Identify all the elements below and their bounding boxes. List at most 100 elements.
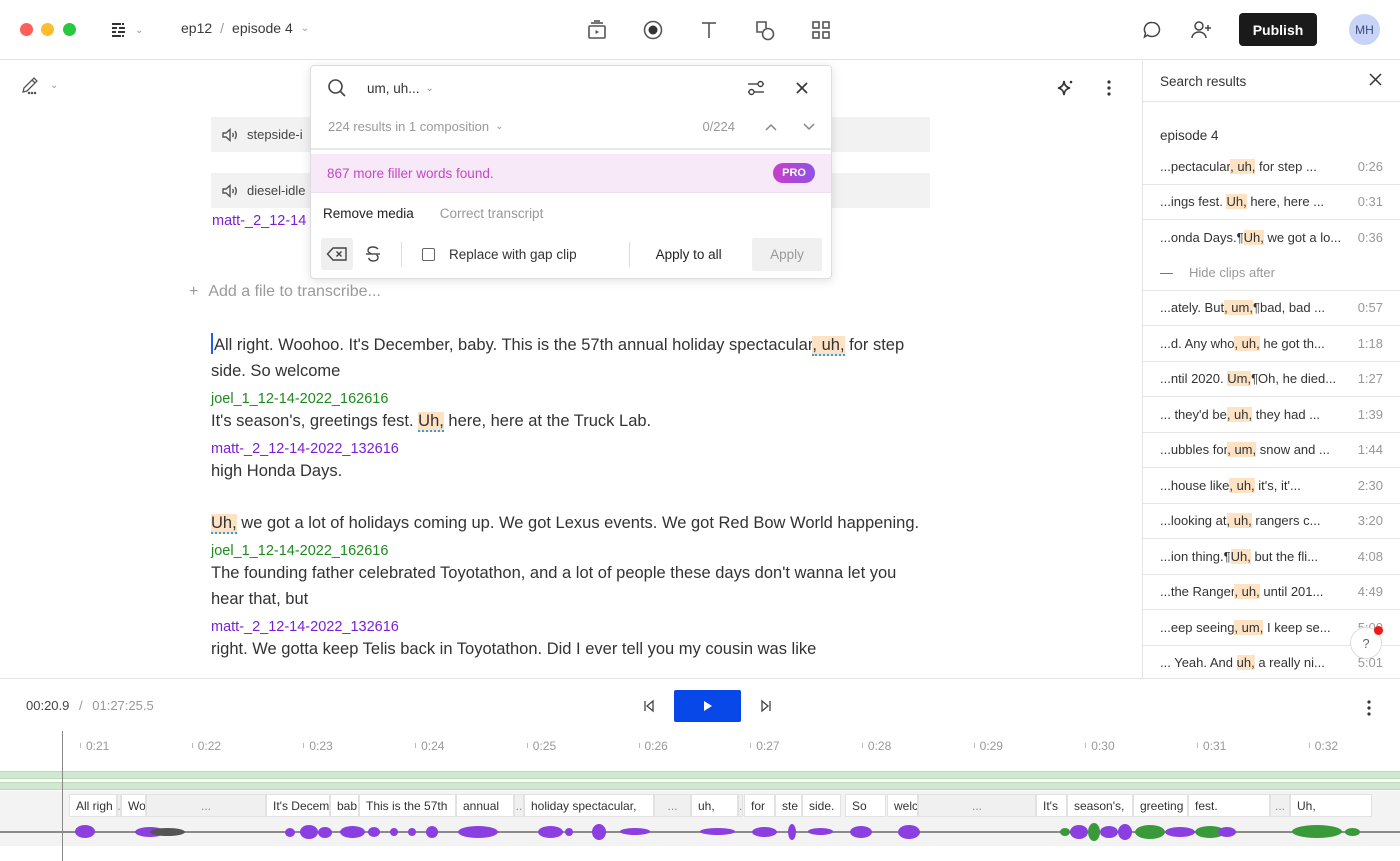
more-options-icon[interactable] bbox=[1096, 75, 1122, 101]
word-clip[interactable]: Wo bbox=[121, 794, 146, 817]
word-clip[interactable]: fest. bbox=[1188, 794, 1270, 817]
transcript-paragraph[interactable]: high Honda Days. bbox=[211, 458, 931, 484]
filter-settings-icon[interactable] bbox=[743, 75, 769, 101]
add-file-button[interactable]: + Add a file to transcribe... bbox=[189, 283, 381, 301]
word-clip[interactable]: welc bbox=[887, 794, 918, 817]
word-clip[interactable]: annual bbox=[456, 794, 514, 817]
word-clip[interactable]: It's bbox=[1036, 794, 1067, 817]
gap-clip[interactable]: ... bbox=[654, 794, 691, 817]
chevron-down-icon[interactable]: ⌄ bbox=[301, 23, 309, 34]
waveform-track[interactable] bbox=[0, 819, 1400, 846]
breadcrumb-project[interactable]: ep12 bbox=[181, 20, 212, 36]
search-result-item[interactable]: ...ately. But, um,¶bad, bad ... 0:57 bbox=[1143, 291, 1400, 326]
grid-icon[interactable] bbox=[808, 17, 834, 43]
gap-clip[interactable]: ... bbox=[918, 794, 1036, 817]
app-menu-button[interactable]: ⌄ bbox=[111, 18, 143, 42]
word-clip[interactable]: Uh, bbox=[1290, 794, 1372, 817]
apply-button[interactable]: Apply bbox=[752, 237, 822, 271]
music-track[interactable] bbox=[0, 782, 1400, 790]
search-result-item[interactable]: ...pectacular, uh, for step ... 0:26 bbox=[1143, 149, 1400, 185]
speaker-label[interactable]: matt-_2_12-14-2022_132616 bbox=[211, 618, 931, 636]
tab-remove-media[interactable]: Remove media bbox=[323, 206, 414, 221]
speaker-label[interactable]: matt-_2_12-14 bbox=[212, 212, 306, 230]
search-result-item[interactable]: ...looking at, uh, rangers c... 3:20 bbox=[1143, 504, 1400, 539]
play-button[interactable] bbox=[674, 690, 741, 722]
word-clip[interactable]: side. bbox=[802, 794, 841, 817]
chevron-down-icon[interactable]: ⌄ bbox=[495, 121, 503, 132]
more-options-icon[interactable] bbox=[1356, 695, 1382, 721]
strikethrough-icon[interactable] bbox=[357, 238, 389, 270]
add-user-icon[interactable] bbox=[1189, 17, 1215, 43]
skip-forward-icon[interactable] bbox=[753, 693, 779, 719]
search-result-item[interactable]: ...house like, uh, it's, it'... 2:30 bbox=[1143, 468, 1400, 504]
gap-clip[interactable]: .. bbox=[514, 794, 524, 817]
breadcrumb-composition[interactable]: episode 4 bbox=[232, 20, 293, 36]
search-result-item[interactable]: ...ubbles for, um, snow and ... 1:44 bbox=[1143, 433, 1400, 468]
hide-clips-after-toggle[interactable]: — Hide clips after bbox=[1143, 256, 1400, 291]
filler-word-highlight[interactable]: Uh, bbox=[211, 514, 237, 534]
search-result-item[interactable]: ...the Ranger, uh, until 201... 4:49 bbox=[1143, 575, 1400, 610]
transcript-paragraph[interactable]: The founding father celebrated Toyotatho… bbox=[211, 560, 931, 612]
word-clip[interactable]: ste bbox=[775, 794, 802, 817]
gap-clip[interactable]: ... bbox=[1270, 794, 1290, 817]
speaker-label[interactable]: joel_1_12-14-2022_162616 bbox=[211, 542, 931, 560]
music-track[interactable] bbox=[0, 771, 1400, 779]
filler-word-highlight[interactable]: Uh, bbox=[418, 412, 444, 432]
delete-backspace-icon[interactable] bbox=[321, 238, 353, 270]
search-result-item[interactable]: ...ings fest. Uh, here, here ... 0:31 bbox=[1143, 185, 1400, 220]
word-clip[interactable]: for bbox=[744, 794, 775, 817]
gap-clip[interactable]: . bbox=[738, 794, 743, 817]
word-clip[interactable]: season's, bbox=[1067, 794, 1133, 817]
window-maximize-button[interactable] bbox=[63, 23, 76, 36]
speaker-label[interactable]: matt-_2_12-14-2022_132616 bbox=[211, 440, 931, 458]
record-icon[interactable] bbox=[640, 17, 666, 43]
word-clip[interactable]: holiday spectacular, bbox=[524, 794, 654, 817]
help-button[interactable]: ? bbox=[1350, 626, 1383, 659]
apply-to-all-button[interactable]: Apply to all bbox=[640, 247, 738, 262]
close-icon[interactable] bbox=[1369, 73, 1382, 89]
shapes-icon[interactable] bbox=[752, 17, 778, 43]
avatar[interactable]: MH bbox=[1349, 14, 1380, 45]
edit-mode-button[interactable]: ⌄ bbox=[20, 75, 58, 95]
close-icon[interactable] bbox=[789, 75, 815, 101]
time-ruler[interactable]: 0:21 0:22 0:23 0:24 0:25 0:26 0:27 0:28 0:29 0:30… bbox=[0, 735, 1400, 757]
transcript-paragraph[interactable]: It's season's, greetings fest. Uh, here,… bbox=[211, 408, 931, 434]
word-clip[interactable]: It's Decem bbox=[266, 794, 330, 817]
word-clip[interactable]: This is the 57th bbox=[359, 794, 456, 817]
speaker-label[interactable]: joel_1_12-14-2022_162616 bbox=[211, 390, 931, 408]
search-result-item[interactable]: ...ntil 2020. Um,¶Oh, he died... 1:27 bbox=[1143, 362, 1400, 397]
media-icon[interactable] bbox=[584, 17, 610, 43]
publish-button[interactable]: Publish bbox=[1239, 13, 1317, 46]
text-icon[interactable] bbox=[696, 17, 722, 43]
next-result-button[interactable] bbox=[803, 119, 815, 134]
results-summary[interactable]: 224 results in 1 composition bbox=[328, 119, 489, 134]
pro-upsell-banner[interactable]: 867 more filler words found. PRO bbox=[311, 154, 831, 193]
skip-back-icon[interactable] bbox=[636, 693, 662, 719]
filler-word-highlight[interactable]: , uh, bbox=[812, 336, 845, 356]
window-close-button[interactable] bbox=[20, 23, 33, 36]
search-query-dropdown[interactable]: um, uh... ⌄ bbox=[367, 81, 434, 96]
word-clip[interactable]: bab bbox=[330, 794, 359, 817]
playhead[interactable] bbox=[62, 731, 63, 861]
tab-correct-transcript[interactable]: Correct transcript bbox=[440, 206, 544, 221]
word-clip[interactable]: greeting bbox=[1133, 794, 1188, 817]
transcript-paragraph[interactable]: Uh, we got a lot of holidays coming up. … bbox=[211, 510, 931, 536]
transcript-paragraph[interactable]: All right. Woohoo. It's December, baby. … bbox=[211, 332, 931, 384]
search-result-item[interactable]: ... they'd be, uh, they had ... 1:39 bbox=[1143, 397, 1400, 433]
replace-gap-checkbox[interactable] bbox=[422, 247, 435, 261]
comment-icon[interactable] bbox=[1139, 17, 1165, 43]
previous-result-button[interactable] bbox=[765, 119, 777, 134]
word-clip[interactable]: uh, bbox=[691, 794, 738, 817]
transcript-body[interactable]: All right. Woohoo. It's December, baby. … bbox=[211, 332, 931, 662]
gap-clip[interactable]: ... bbox=[146, 794, 266, 817]
transcript-paragraph[interactable]: right. We gotta keep Telis back in Toyot… bbox=[211, 636, 931, 662]
sparkle-icon[interactable] bbox=[1052, 75, 1078, 101]
search-result-item[interactable]: ...d. Any who, uh, he got th... 1:18 bbox=[1143, 326, 1400, 362]
window-minimize-button[interactable] bbox=[41, 23, 54, 36]
replace-gap-label[interactable]: Replace with gap clip bbox=[449, 247, 577, 262]
search-result-item[interactable]: ...onda Days.¶Uh, we got a lo... 0:36 bbox=[1143, 220, 1400, 256]
pro-badge[interactable]: PRO bbox=[773, 163, 815, 183]
search-result-item[interactable]: ...ion thing.¶Uh, but the fli... 4:08 bbox=[1143, 539, 1400, 575]
word-clip[interactable]: All righ bbox=[69, 794, 117, 817]
word-clip[interactable]: So bbox=[845, 794, 886, 817]
